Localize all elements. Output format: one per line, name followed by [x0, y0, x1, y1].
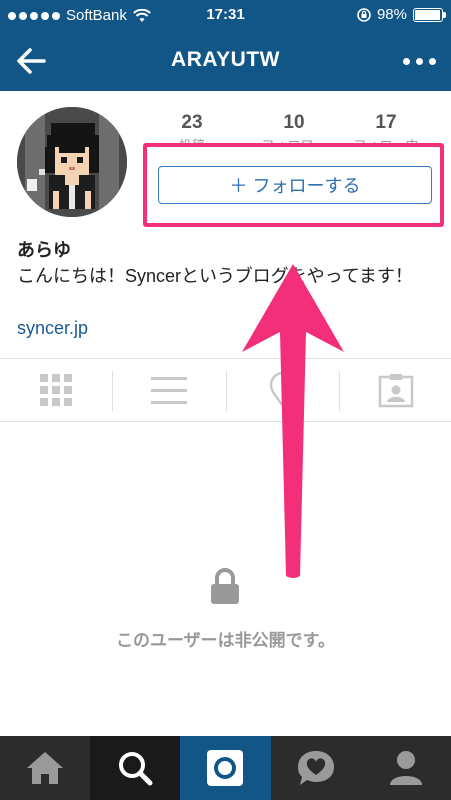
stat-count: 10 — [283, 112, 305, 133]
top-bar: SoftBank 17:31 98% ARAYUTW — [0, 0, 451, 91]
lock-icon — [211, 568, 239, 604]
private-account-message: このユーザーは非公開です。 — [116, 631, 335, 650]
tab-camera[interactable] — [180, 736, 271, 800]
tab-home[interactable] — [0, 736, 90, 800]
tagged-icon — [378, 374, 414, 408]
status-bar: SoftBank 17:31 98% — [0, 0, 451, 32]
battery-icon — [413, 7, 446, 22]
annotation-arrow — [242, 264, 344, 578]
avatar-image — [17, 107, 127, 217]
profile-icon — [389, 751, 422, 785]
stat-count: 23 — [181, 112, 203, 133]
avatar — [17, 107, 127, 217]
stat-posts[interactable]: 23 投稿 — [142, 112, 242, 145]
more-options-button[interactable] — [399, 46, 439, 76]
grid-icon — [40, 374, 72, 406]
stat-count: 17 — [375, 112, 397, 133]
nav-bar: ARAYUTW — [0, 32, 451, 91]
tab-profile[interactable] — [361, 736, 451, 800]
tab-activity[interactable] — [271, 736, 361, 800]
activity-heart-icon — [297, 751, 334, 785]
list-icon — [151, 377, 187, 404]
battery-percent: 98% — [376, 6, 407, 23]
camera-icon — [207, 750, 244, 786]
page-title: ARAYUTW — [171, 48, 280, 71]
rotation-lock-icon — [357, 7, 371, 22]
profile-name: あらゆ — [17, 240, 71, 260]
tab-tagged[interactable] — [340, 359, 451, 421]
bottom-tab-bar — [0, 736, 451, 800]
stat-following[interactable]: 17 フォロー中 — [336, 112, 436, 145]
highlight-box — [143, 143, 444, 227]
divider — [0, 421, 451, 422]
tab-grid[interactable] — [0, 359, 112, 421]
tab-list[interactable] — [113, 359, 225, 421]
profile-bio: こんにちは！Syncerというブログをやってます！ — [17, 266, 413, 286]
profile-link[interactable]: syncer.jp — [17, 318, 88, 339]
home-icon — [27, 752, 64, 784]
search-icon — [119, 752, 153, 786]
tab-search[interactable] — [90, 736, 181, 800]
stat-followers[interactable]: 10 フォロワー — [244, 112, 344, 145]
more-dots-icon — [402, 57, 410, 65]
